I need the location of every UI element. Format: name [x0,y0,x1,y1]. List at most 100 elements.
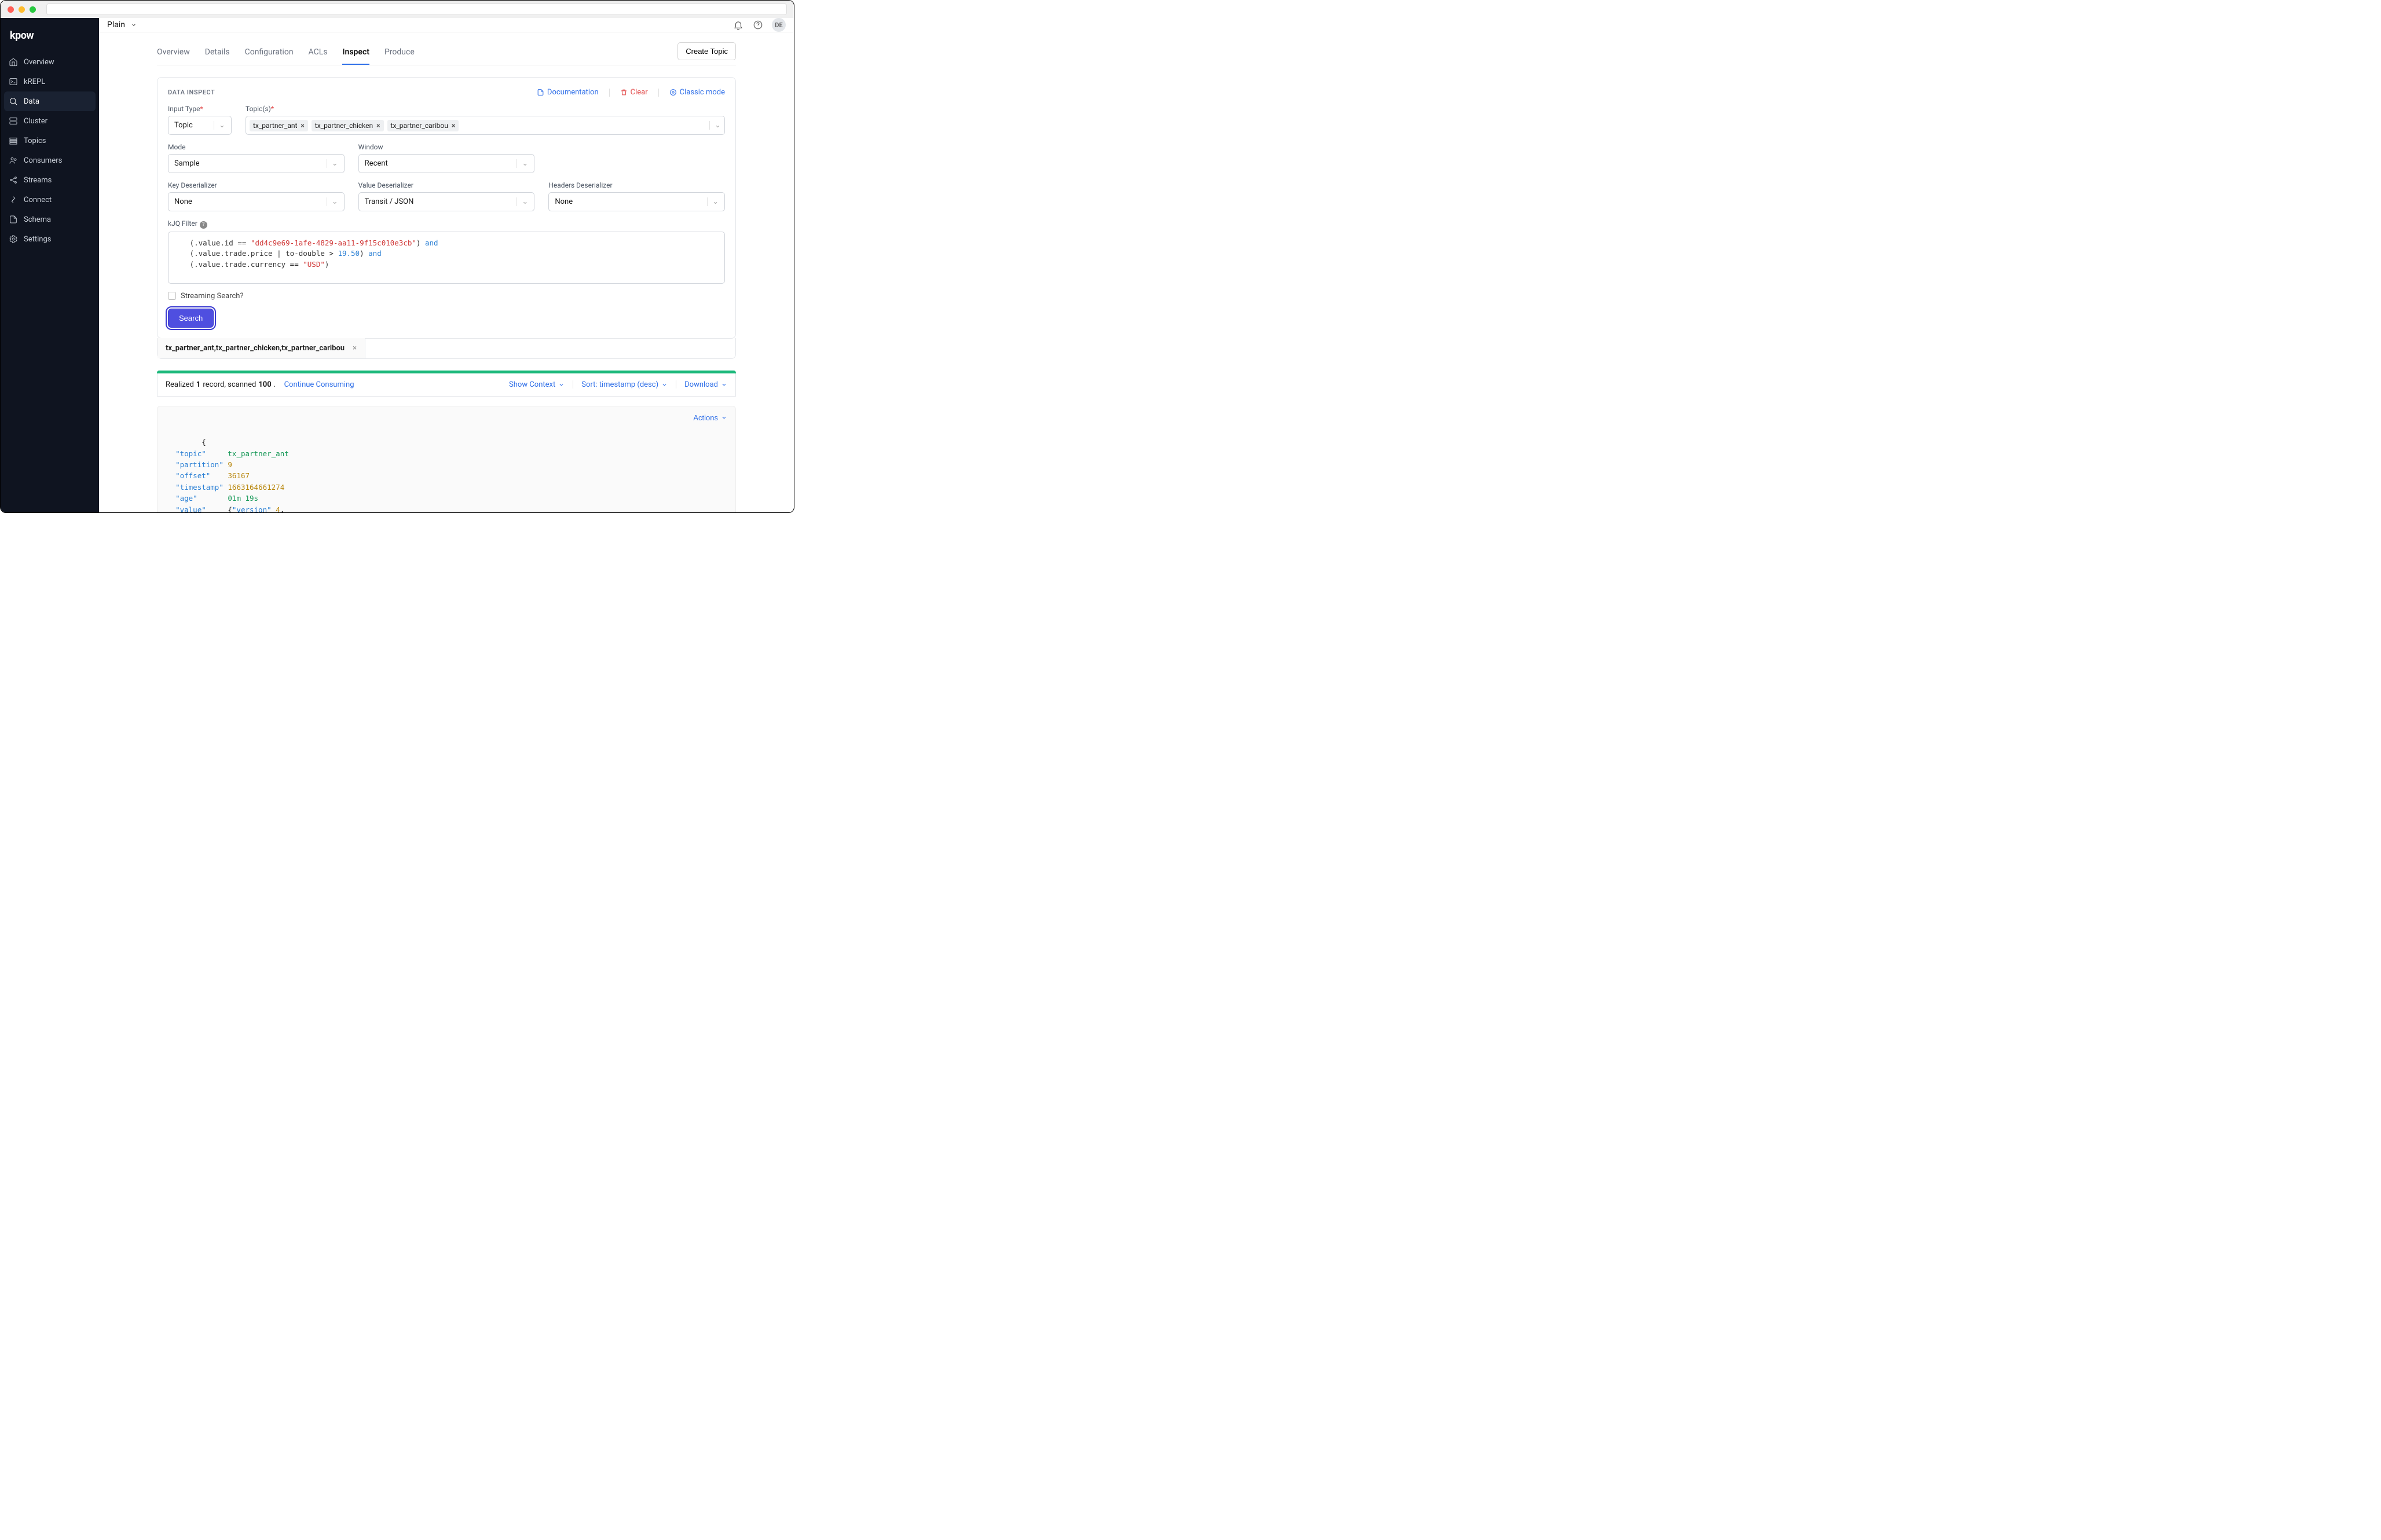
value-deserializer-label: Value Deserializer [358,181,535,189]
sidebar-item-krepl[interactable]: kREPL [1,72,99,91]
result-tabs: tx_partner_ant,tx_partner_chicken,tx_par… [157,338,736,359]
url-bar[interactable] [46,3,787,15]
mode-label: Mode [168,143,345,151]
input-type-select[interactable]: Topic ⌄ [168,116,232,135]
sort-button[interactable]: Sort: timestamp (desc) [581,380,668,389]
show-context-button[interactable]: Show Context [509,380,565,389]
record-result: Actions { "topic" tx_partner_ant "partit… [157,406,736,513]
remove-tag-icon[interactable]: × [452,122,455,130]
key-deserializer-label: Key Deserializer [168,181,345,189]
chevron-down-icon: ⌄ [517,197,528,206]
chevron-down-icon: ⌄ [517,159,528,168]
chevron-down-icon: ⌄ [709,121,721,130]
sidebar-item-label: Cluster [24,117,47,126]
record-actions-button[interactable]: Actions [693,412,727,424]
value-deserializer-select[interactable]: Transit / JSON ⌄ [358,192,535,211]
share-icon [9,175,18,185]
close-icon[interactable]: × [353,344,357,353]
sidebar-item-consumers[interactable]: Consumers [1,151,99,170]
continue-consuming-link[interactable]: Continue Consuming [284,380,354,389]
sidebar-item-overview[interactable]: Overview [1,52,99,72]
app-logo: kpow [1,25,99,52]
window-titlebar [1,1,794,18]
status-row: Realized 1 record, scanned 100 . Continu… [157,373,736,397]
streaming-search-checkbox[interactable] [168,292,176,300]
window-label: Window [358,143,535,151]
sidebar-item-schema[interactable]: Schema [1,210,99,229]
sidebar-item-label: Schema [24,215,51,224]
remove-tag-icon[interactable]: × [376,122,380,130]
search-button[interactable]: Search [168,309,214,328]
chevron-down-icon [131,22,137,28]
topics-label: Topic(s)* [246,105,725,113]
sidebar-item-label: Consumers [24,156,62,165]
sidebar-item-topics[interactable]: Topics [1,131,99,151]
tab-produce[interactable]: Produce [384,42,415,65]
help-icon[interactable]: ? [200,221,207,229]
users-icon [9,156,18,165]
notifications-button[interactable] [732,19,744,31]
sidebar-item-data[interactable]: Data [4,91,96,111]
remove-tag-icon[interactable]: × [301,122,304,130]
home-icon [9,57,18,67]
tab-row: Overview Details Configuration ACLs Insp… [157,42,736,65]
maximize-window-icon[interactable] [30,6,36,13]
tab-acls[interactable]: ACLs [309,42,328,65]
sidebar-item-connect[interactable]: Connect [1,190,99,210]
mode-select[interactable]: Sample ⌄ [168,154,345,173]
chevron-down-icon: ⌄ [707,197,719,206]
help-icon [753,20,763,30]
sidebar-item-label: Overview [24,58,54,67]
topics-input[interactable]: tx_partner_ant× tx_partner_chicken× tx_p… [246,116,725,135]
data-icon [9,97,18,106]
kjq-filter-label: kJQ Filter? [168,219,725,229]
close-window-icon[interactable] [8,6,14,13]
chevron-down-icon: ⌄ [327,197,338,206]
documentation-link[interactable]: Documentation [537,88,599,97]
environment-selector[interactable]: Plain [107,20,137,30]
sidebar-item-settings[interactable]: Settings [1,229,99,249]
window-select[interactable]: Recent ⌄ [358,154,535,173]
sidebar-item-label: Topics [24,137,46,145]
streaming-search-label: Streaming Search? [181,292,244,300]
sidebar-item-cluster[interactable]: Cluster [1,111,99,131]
tab-details[interactable]: Details [205,42,230,65]
trash-icon [620,89,628,96]
result-tab[interactable]: tx_partner_ant,tx_partner_chicken,tx_par… [157,338,365,358]
chevron-down-icon: ⌄ [214,121,225,130]
doc-icon [537,89,544,96]
topic-tag: tx_partner_chicken× [312,120,384,131]
chevron-down-icon [661,382,668,388]
panel-title: DATA INSPECT [168,89,215,96]
sidebar-item-streams[interactable]: Streams [1,170,99,190]
tab-configuration[interactable]: Configuration [245,42,294,65]
input-type-label: Input Type* [168,105,232,113]
server-icon [9,116,18,126]
classic-mode-button[interactable]: Classic mode [669,88,725,97]
chevron-down-icon [721,382,727,388]
user-avatar[interactable]: DE [772,18,786,32]
sidebar-item-label: Data [24,97,39,106]
sidebar: kpow Overview kREPL Data Cluster Topics [1,18,99,512]
chevron-down-icon: ⌄ [327,159,338,168]
terminal-icon [9,77,18,86]
headers-deserializer-select[interactable]: None ⌄ [548,192,725,211]
connect-icon [9,195,18,204]
key-deserializer-select[interactable]: None ⌄ [168,192,345,211]
download-button[interactable]: Download [684,380,727,389]
sidebar-item-label: kREPL [24,78,45,86]
clear-button[interactable]: Clear [620,88,648,97]
bell-icon [733,20,743,30]
environment-name: Plain [107,20,125,30]
kjq-filter-input[interactable]: (.value.id == "dd4c9e69-1afe-4829-aa11-9… [168,232,725,284]
tab-overview[interactable]: Overview [157,42,190,65]
topic-tag: tx_partner_caribou× [387,120,459,131]
headers-deserializer-label: Headers Deserializer [548,181,725,189]
minimize-window-icon[interactable] [19,6,25,13]
help-button[interactable] [752,19,764,31]
create-topic-button[interactable]: Create Topic [677,42,736,60]
target-icon [669,89,677,96]
tab-inspect[interactable]: Inspect [342,42,369,65]
chevron-down-icon [721,415,727,421]
sidebar-item-label: Streams [24,176,52,185]
